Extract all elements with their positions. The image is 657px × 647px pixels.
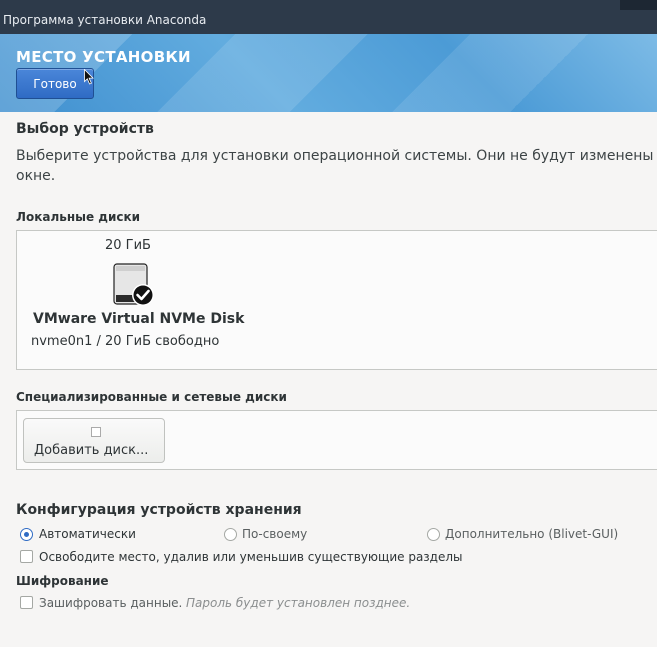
encryption-title: Шифрование: [16, 574, 109, 588]
encrypt-label: Зашифровать данные.: [39, 596, 183, 610]
done-button[interactable]: Готово: [16, 68, 94, 99]
reclaim-space-label: Освободите место, удалив или уменьшив су…: [39, 550, 463, 564]
mouse-pointer-icon: [84, 69, 94, 85]
add-disk-button[interactable]: Добавить диск...: [23, 418, 165, 463]
harddisk-selected-icon: [113, 263, 154, 306]
reclaim-space-checkbox[interactable]: [20, 550, 33, 563]
device-selection-title: Выбор устройств: [16, 121, 154, 137]
device-selection-description-cont: окне.: [16, 168, 56, 184]
radio-automatic[interactable]: [20, 528, 33, 541]
window-titlebar: Программа установки Anaconda: [0, 0, 657, 34]
disk-name: VMware Virtual NVMe Disk: [33, 311, 245, 327]
radio-custom-label: По-своему: [242, 527, 308, 541]
radio-advanced[interactable]: [427, 528, 440, 541]
specialized-disks-label: Специализированные и сетевые диски: [16, 390, 287, 404]
storage-config-title: Конфигурация устройств хранения: [16, 502, 302, 518]
spoke-header: МЕСТО УСТАНОВКИ Готово: [0, 34, 657, 112]
radio-custom[interactable]: [224, 528, 237, 541]
encrypt-hint: Пароль будет установлен позднее.: [186, 596, 411, 610]
local-disks-label: Локальные диски: [16, 210, 141, 224]
radio-automatic-label: Автоматически: [39, 527, 136, 541]
add-disk-icon: [91, 427, 101, 437]
add-disk-label: Добавить диск...: [34, 443, 149, 458]
spoke-title: МЕСТО УСТАНОВКИ: [16, 48, 191, 66]
titlebar-edge: [620, 0, 657, 10]
radio-advanced-label: Дополнительно (Blivet-GUI): [445, 527, 619, 541]
device-selection-description: Выберите устройства для установки операц…: [16, 148, 657, 164]
disk-info: nvme0n1 / 20 ГиБ свободно: [31, 334, 220, 349]
disk-size: 20 ГиБ: [105, 238, 151, 253]
encrypt-checkbox[interactable]: [20, 596, 33, 609]
window-title: Программа установки Anaconda: [3, 13, 207, 27]
